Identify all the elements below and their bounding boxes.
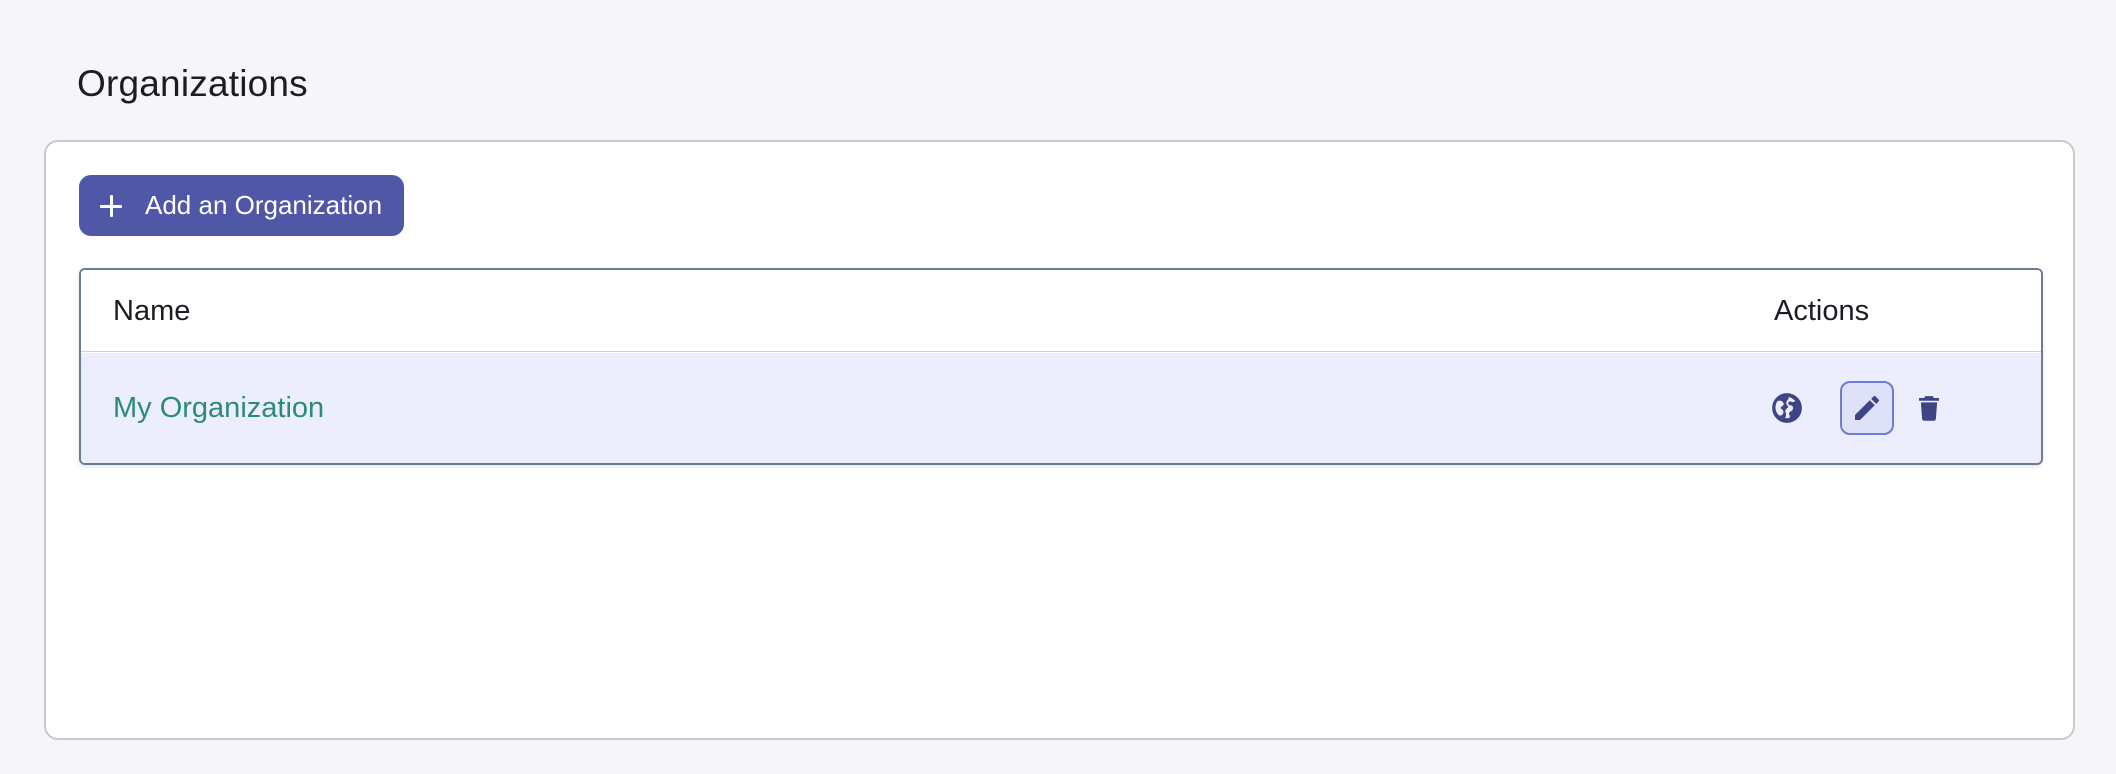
table-header: Name Actions [81,270,2041,352]
page-title: Organizations [77,63,308,104]
organizations-table: Name Actions My Organization [79,268,2043,465]
delete-button[interactable] [1902,381,1956,435]
edit-button[interactable] [1840,381,1894,435]
globe-button[interactable] [1760,381,1814,435]
organizations-card: Add an Organization Name Actions My Orga… [44,140,2075,740]
add-organization-button[interactable]: Add an Organization [79,175,405,236]
trash-icon [1914,392,1944,424]
organization-name-link[interactable]: My Organization [113,391,324,425]
column-header-actions: Actions [1774,295,1870,327]
table-row: My Organization [81,353,2041,463]
add-organization-label: Add an Organization [145,190,383,220]
page: Organizations Add an Organization Name A… [0,0,2116,774]
plus-icon [99,194,123,218]
pencil-icon [1851,392,1883,424]
globe-icon [1770,391,1804,425]
column-header-name: Name [113,295,191,327]
